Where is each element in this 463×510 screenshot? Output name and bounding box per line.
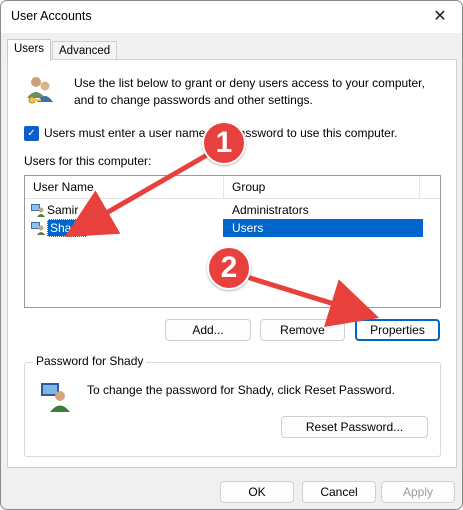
- ok-button[interactable]: OK: [220, 481, 294, 503]
- add-user-button[interactable]: Add...: [165, 319, 251, 341]
- cancel-button[interactable]: Cancel: [302, 481, 376, 503]
- apply-button: Apply: [381, 481, 455, 503]
- users-list-label: Users for this computer:: [24, 154, 152, 168]
- user-icon: [31, 222, 45, 235]
- password-group: Password for Shady To change the passwor…: [24, 354, 441, 457]
- annotation-marker-2: 2: [207, 246, 251, 290]
- remove-user-button[interactable]: Remove: [260, 319, 345, 341]
- window-title: User Accounts: [11, 9, 92, 23]
- password-instructions: To change the password for Shady, click …: [87, 383, 395, 397]
- properties-button[interactable]: Properties: [355, 319, 440, 341]
- close-icon[interactable]: ✕: [426, 5, 454, 29]
- tab-users[interactable]: Users: [7, 39, 52, 61]
- row-user-name: Samir: [47, 203, 79, 217]
- table-row-selected[interactable]: Shady Users: [25, 219, 440, 237]
- row-user-name: Shady: [47, 219, 88, 237]
- row-group: Administrators: [232, 203, 309, 217]
- title-bar: User Accounts ✕: [1, 1, 462, 33]
- users-icon: [27, 77, 53, 104]
- list-header: User Name Group: [25, 176, 440, 199]
- table-row[interactable]: Samir Administrators: [25, 201, 440, 219]
- column-group[interactable]: Group: [224, 176, 420, 198]
- tab-advanced[interactable]: Advanced: [52, 41, 118, 60]
- user-icon: [31, 204, 45, 217]
- column-user-name[interactable]: User Name: [25, 176, 224, 198]
- row-group: Users: [223, 219, 423, 237]
- reset-password-button[interactable]: Reset Password...: [281, 416, 428, 438]
- annotation-marker-1: 1: [202, 121, 246, 165]
- password-group-label: Password for Shady: [33, 354, 147, 368]
- require-login-checkbox[interactable]: ✓: [24, 126, 39, 141]
- password-user-icon: [41, 383, 70, 412]
- intro-text: Use the list below to grant or deny user…: [74, 76, 425, 107]
